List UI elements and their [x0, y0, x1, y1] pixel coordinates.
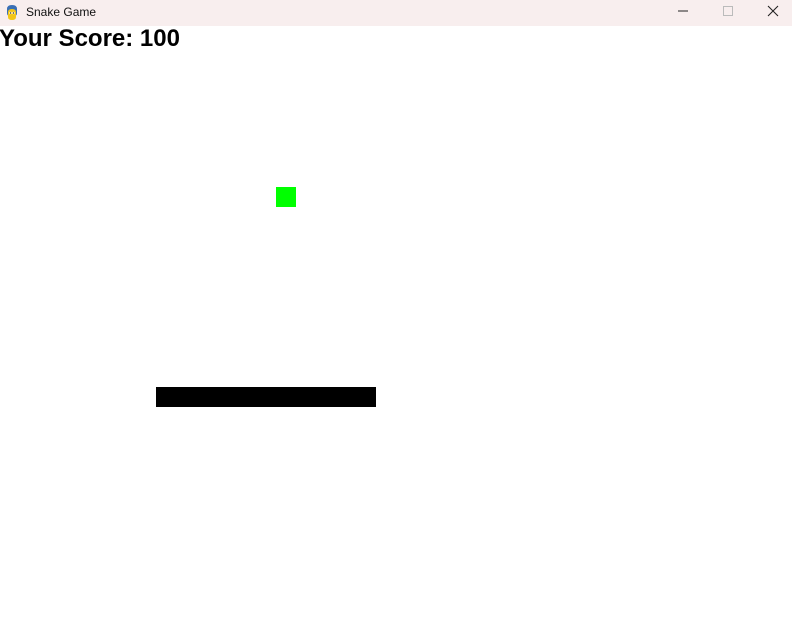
- snake-body: [156, 387, 376, 407]
- snake-segment: [316, 387, 336, 407]
- snake-segment: [196, 387, 216, 407]
- snake-segment: [256, 387, 276, 407]
- game-board[interactable]: Your Score: 100: [0, 26, 792, 625]
- snake-segment: [156, 387, 176, 407]
- minimize-button[interactable]: [660, 0, 705, 26]
- pygame-snake-icon: [4, 4, 20, 21]
- maximize-button[interactable]: [705, 0, 750, 26]
- close-icon: [767, 4, 779, 22]
- minimize-icon: [677, 4, 689, 22]
- snake-segment: [356, 387, 376, 407]
- snake-segment: [176, 387, 196, 407]
- title-bar[interactable]: Snake Game: [0, 0, 792, 26]
- snake-segment: [296, 387, 316, 407]
- snake-segment: [276, 387, 296, 407]
- snake-segment: [216, 387, 236, 407]
- close-button[interactable]: [750, 0, 792, 26]
- maximize-icon: [722, 4, 734, 22]
- game-window: Snake Game Your Score: 100: [0, 0, 792, 625]
- snake-segment: [336, 387, 356, 407]
- window-title: Snake Game: [26, 5, 97, 19]
- score-display: Your Score: 100: [0, 25, 180, 52]
- food-pellet: [276, 187, 296, 207]
- snake-segment: [236, 387, 256, 407]
